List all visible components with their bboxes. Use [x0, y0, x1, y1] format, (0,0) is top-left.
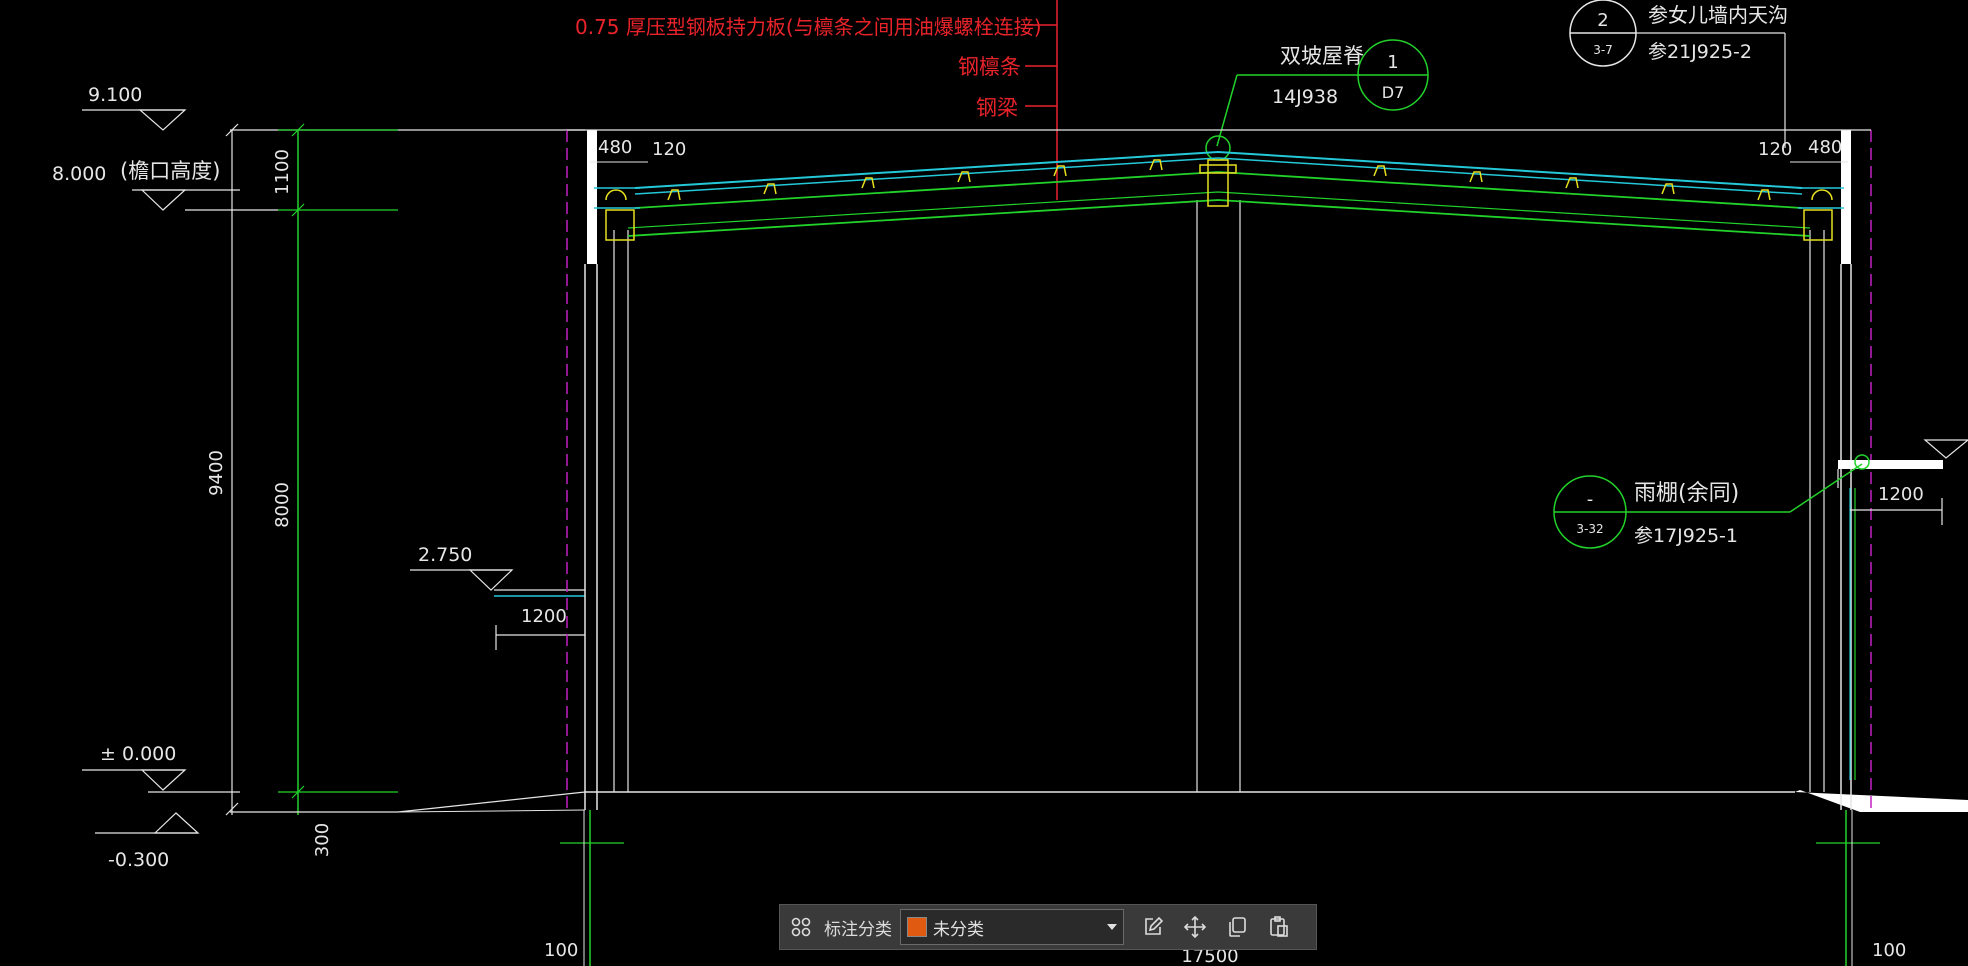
dim-1200-left-text: 1200	[521, 606, 567, 627]
dim-9400-text: 9400	[206, 450, 227, 496]
copy-icon[interactable]	[1219, 909, 1255, 945]
dim-300-text: 300	[312, 823, 333, 857]
dim-100-left-text: 100	[544, 940, 578, 961]
elev-zero-text: ± 0.000	[100, 743, 176, 765]
category-label: 标注分类	[824, 919, 892, 940]
elev-eave-text: 8.000	[52, 163, 106, 185]
ridge-detail-marker[interactable]	[1205, 135, 1231, 161]
dim-100-right-text: 100	[1872, 940, 1906, 961]
category-dropdown[interactable]: 未分类	[900, 909, 1124, 945]
purlin-label: 钢檩条	[958, 55, 1021, 79]
gutter-bubble-top: 2	[1597, 10, 1608, 31]
dim-120-left-text: 120	[652, 139, 686, 160]
grid-icon[interactable]	[783, 909, 819, 945]
dim-120-right-text: 120	[1758, 139, 1792, 160]
dim-1100-text: 1100	[272, 149, 293, 195]
paste-icon[interactable]	[1261, 909, 1297, 945]
ridge-bubble-top: 1	[1387, 52, 1398, 73]
category-selected-value: 未分类	[933, 919, 984, 940]
elev-top-text: 9.100	[88, 84, 142, 106]
dim-480-left-text: 480	[598, 137, 632, 158]
chevron-down-icon	[1107, 924, 1117, 930]
canopy-bubble-bottom: 3-32	[1576, 522, 1603, 536]
ridge-bubble-bottom: D7	[1382, 83, 1405, 102]
dim-8000-text: 8000	[272, 482, 293, 528]
dim-1200-right-text: 1200	[1878, 484, 1924, 505]
canopy-label: 雨棚(余同)	[1634, 481, 1739, 506]
gutter-bubble-bottom: 3-7	[1593, 43, 1613, 57]
annotation-toolbar: 标注分类 未分类	[779, 904, 1317, 950]
ridge-ref-code: 14J938	[1272, 86, 1338, 108]
cad-drawing-canvas[interactable]: 0.75 厚压型钢板持力板(与檩条之间用油爆螺栓连接) 钢檩条 钢梁 双坡屋脊 …	[0, 0, 1968, 966]
elev-ground-text: -0.300	[108, 849, 169, 871]
gutter-label: 参女儿墙内天沟	[1648, 3, 1788, 27]
ridge-label: 双坡屋脊	[1280, 44, 1364, 68]
roof-note-text: 0.75 厚压型钢板持力板(与檩条之间用油爆螺栓连接)	[575, 15, 1042, 39]
dim-480-right-text: 480	[1808, 137, 1842, 158]
edit-icon[interactable]	[1135, 909, 1171, 945]
category-color-swatch	[907, 917, 927, 937]
canopy-ref-code: 参17J925-1	[1634, 525, 1738, 547]
beam-label: 钢梁	[976, 96, 1018, 120]
eave-note: (檐口高度)	[120, 159, 220, 183]
elev-canopy-text: 2.750	[418, 544, 472, 566]
move-icon[interactable]	[1177, 909, 1213, 945]
canopy-bubble-top: -	[1587, 489, 1594, 510]
gutter-ref-code: 参21J925-2	[1648, 41, 1752, 63]
